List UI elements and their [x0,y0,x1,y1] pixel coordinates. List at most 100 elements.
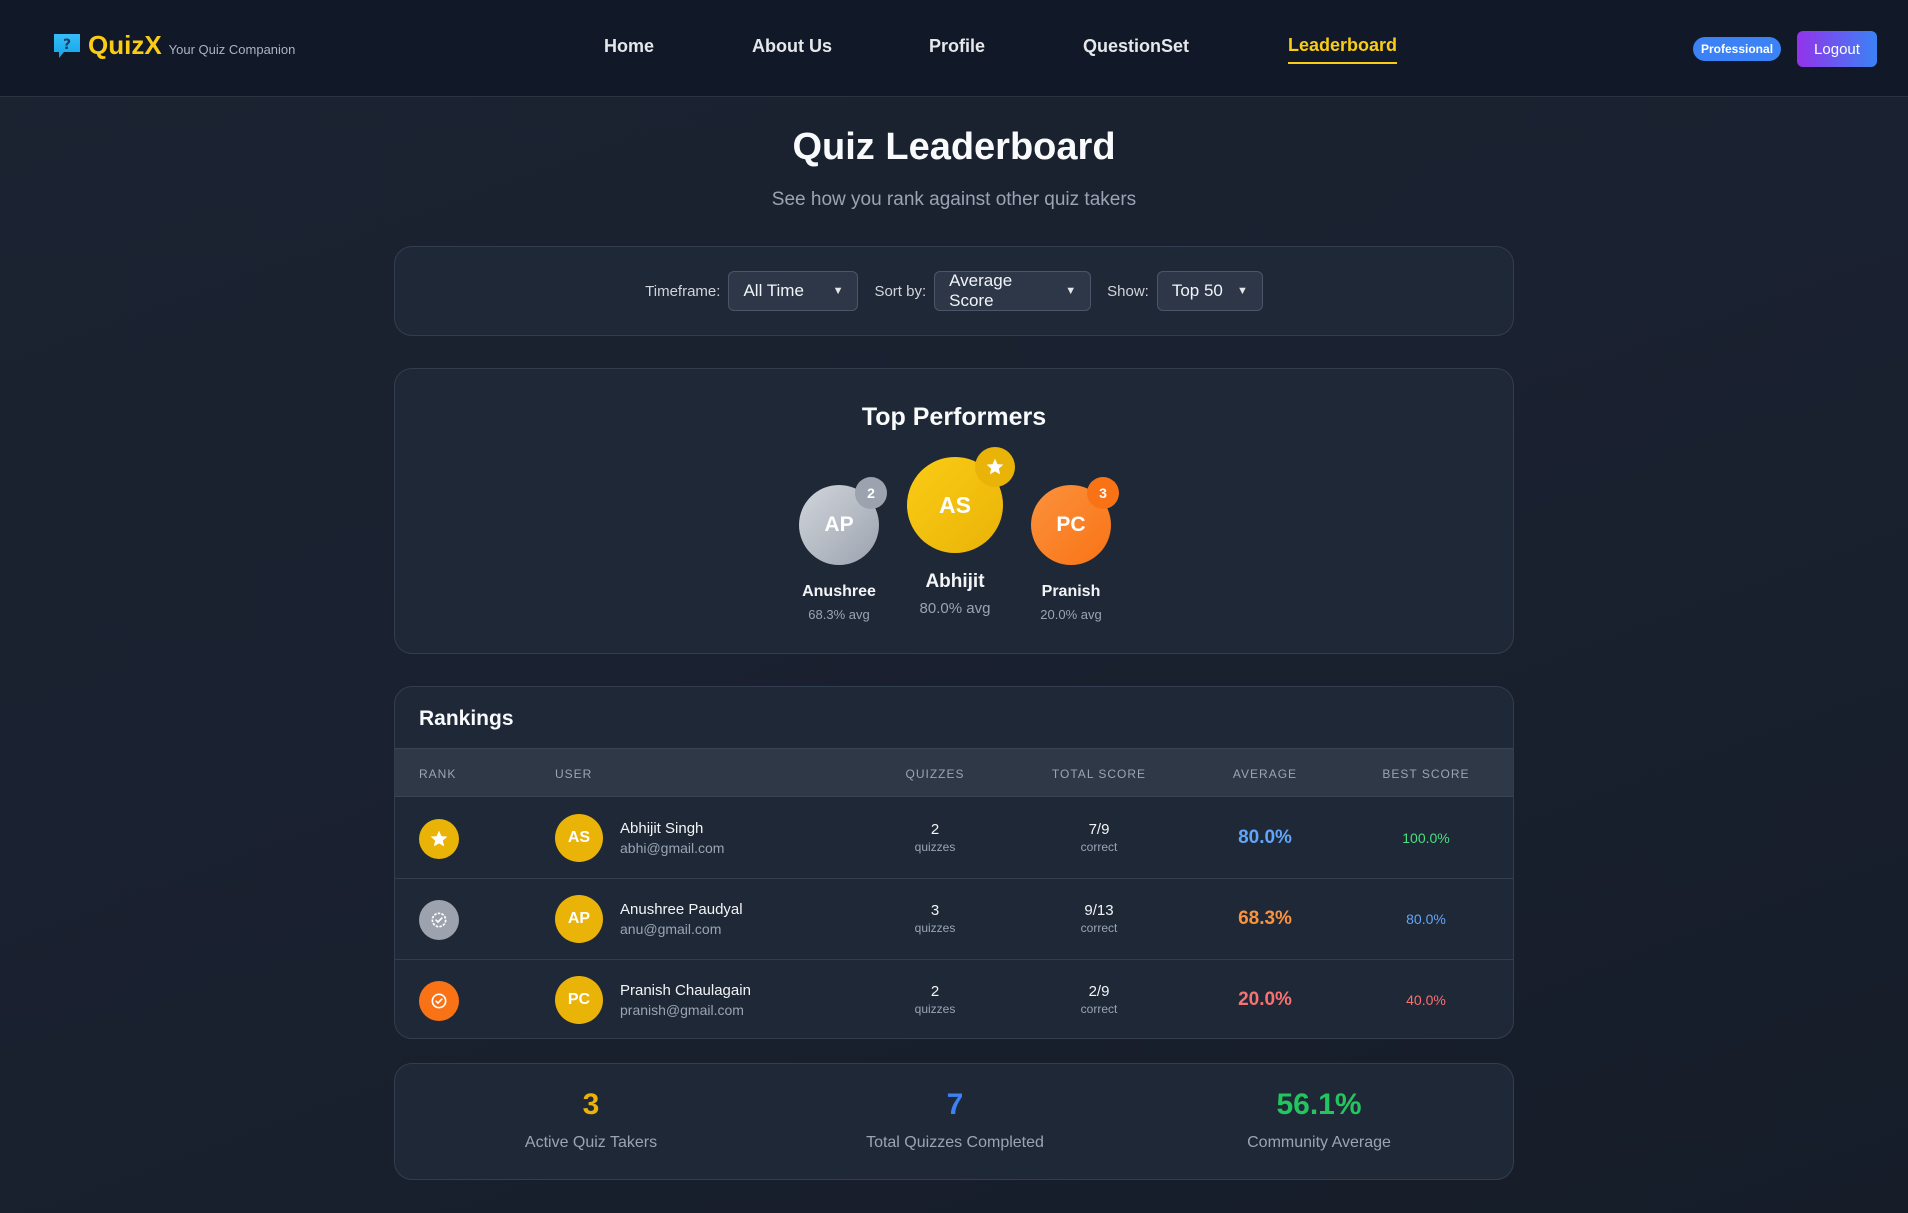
top-performers-title: Top Performers [861,403,1047,431]
avatar: AS [555,814,603,862]
avatar: PC 3 [1031,477,1119,565]
stat-value: 3 [582,1088,600,1121]
quizzes-count: 2 [930,821,940,838]
avatar-initials: PC [1056,513,1086,536]
podium-third[interactable]: PC 3 Pranish 20.0% avg [1021,477,1121,622]
user-name: Abhijit Singh [620,820,704,837]
timeframe-select[interactable]: All Time ▼ [728,271,859,311]
quizzes-unit: quizzes [914,1002,956,1016]
quizzes-count: 2 [930,983,940,1000]
col-quizzes: QUIZZES [905,767,965,781]
nav-questionset[interactable]: QuestionSet [1083,36,1189,57]
community-stats-panel: 3 Active Quiz Takers 7 Total Quizzes Com… [394,1063,1514,1180]
table-header: RANK USER QUIZZES TOTAL SCORE AVERAGE BE… [395,748,1513,797]
check-badge-icon [419,981,459,1021]
star-icon [419,819,459,859]
podium-average: 68.3% avg [808,607,870,622]
quizzes-count: 3 [930,902,940,919]
podium-second[interactable]: AP 2 Anushree 68.3% avg [789,477,889,622]
quizzes-unit: quizzes [914,921,956,935]
sort-select[interactable]: Average Score ▼ [934,271,1092,311]
best-score: 80.0% [1406,911,1446,927]
table-row[interactable]: AS Abhijit Singh abhi@gmail.com 2 quizze… [395,798,1513,879]
rankings-title: Rankings [419,707,514,730]
col-rank: RANK [419,767,457,781]
avatar: AS [907,447,1015,553]
timeframe-value: All Time [743,281,804,300]
col-average: AVERAGE [1232,767,1298,781]
chevron-down-icon: ▼ [832,285,844,297]
nav-profile[interactable]: Profile [929,36,985,57]
avatar-initials: AP [824,513,854,536]
check-badge-icon [419,900,459,940]
navbar: ? QuizX Your Quiz Companion Home About U… [0,0,1908,97]
table-row[interactable]: AP Anushree Paudyal anu@gmail.com 3 quiz… [395,879,1513,960]
rankings-table: Rankings RANK USER QUIZZES TOTAL SCORE A… [394,686,1514,1039]
question-bubble-icon: ? [54,33,80,58]
user-email: pranish@gmail.com [620,1002,744,1018]
brand-name: QuizX [88,30,162,60]
svg-text:?: ? [63,37,71,53]
chevron-down-icon: ▼ [1065,285,1077,297]
col-user: USER [555,767,593,781]
podium-average: 80.0% avg [919,600,991,617]
podium-name: Anushree [802,583,876,600]
show-select[interactable]: Top 50 ▼ [1156,271,1263,311]
podium-average: 20.0% avg [1040,607,1102,622]
avatar-initials: AS [939,491,971,518]
stat-label: Community Average [1247,1134,1391,1151]
user-name: Anushree Paudyal [620,901,743,918]
plan-badge: Professional [1693,37,1782,61]
total-score: 2/9 [1088,983,1110,1000]
col-total-score: TOTAL SCORE [1051,767,1147,781]
total-score-unit: correct [1080,921,1118,935]
filters-panel: Timeframe: All Time ▼ Sort by: Average S… [394,246,1514,336]
top-performers-panel: Top Performers AP 2 Anushree 68.3% avg A… [394,368,1514,654]
show-value: Top 50 [1171,281,1223,300]
stat-total-quizzes: 7 Total Quizzes Completed [805,1088,1105,1152]
col-best-score: BEST SCORE [1382,767,1470,781]
rank-badge: 3 [1087,477,1119,509]
brand-tagline: Your Quiz Companion [168,42,296,57]
sort-label: Sort by: [874,282,927,300]
stat-label: Active Quiz Takers [524,1134,658,1151]
page-title: Quiz Leaderboard [792,126,1116,168]
stat-label: Total Quizzes Completed [866,1134,1044,1151]
user-email: anu@gmail.com [620,921,722,937]
timeframe-label: Timeframe: [645,282,721,300]
table-row[interactable]: PC Pranish Chaulagain pranish@gmail.com … [395,960,1513,1038]
show-label: Show: [1107,282,1149,300]
best-score: 40.0% [1406,992,1446,1008]
sort-value: Average Score [949,271,1013,310]
best-score: 100.0% [1402,830,1450,846]
stat-active-quiz-takers: 3 Active Quiz Takers [441,1088,741,1152]
rank-badge: 2 [855,477,887,509]
total-score-unit: correct [1080,840,1118,854]
nav-home[interactable]: Home [604,36,654,57]
stat-value: 7 [946,1088,964,1121]
nav-about-us[interactable]: About Us [752,36,832,57]
podium-name: Pranish [1041,583,1101,600]
average-score: 20.0% [1238,989,1292,1010]
brand[interactable]: ? QuizX Your Quiz Companion [52,30,295,61]
nav-leaderboard[interactable]: Leaderboard [1288,35,1398,64]
logout-button[interactable]: Logout [1797,31,1877,67]
total-score: 9/13 [1084,902,1114,919]
podium-name: Abhijit [925,571,985,592]
user-name: Pranish Chaulagain [620,982,751,999]
podium-first[interactable]: AS Abhijit 80.0% avg [900,447,1015,617]
user-email: abhi@gmail.com [620,840,725,856]
quizzes-unit: quizzes [914,840,956,854]
average-score: 80.0% [1238,827,1292,848]
stat-community-average: 56.1% Community Average [1169,1088,1469,1152]
stat-value: 56.1% [1276,1088,1362,1121]
average-score: 68.3% [1238,908,1292,929]
total-score: 7/9 [1088,821,1110,838]
chevron-down-icon: ▼ [1236,285,1248,297]
total-score-unit: correct [1080,1002,1118,1016]
avatar: AP [555,895,603,943]
avatar: AP 2 [799,477,887,565]
star-icon [975,447,1015,487]
avatar: PC [555,976,603,1024]
page-subtitle: See how you rank against other quiz take… [771,189,1137,210]
